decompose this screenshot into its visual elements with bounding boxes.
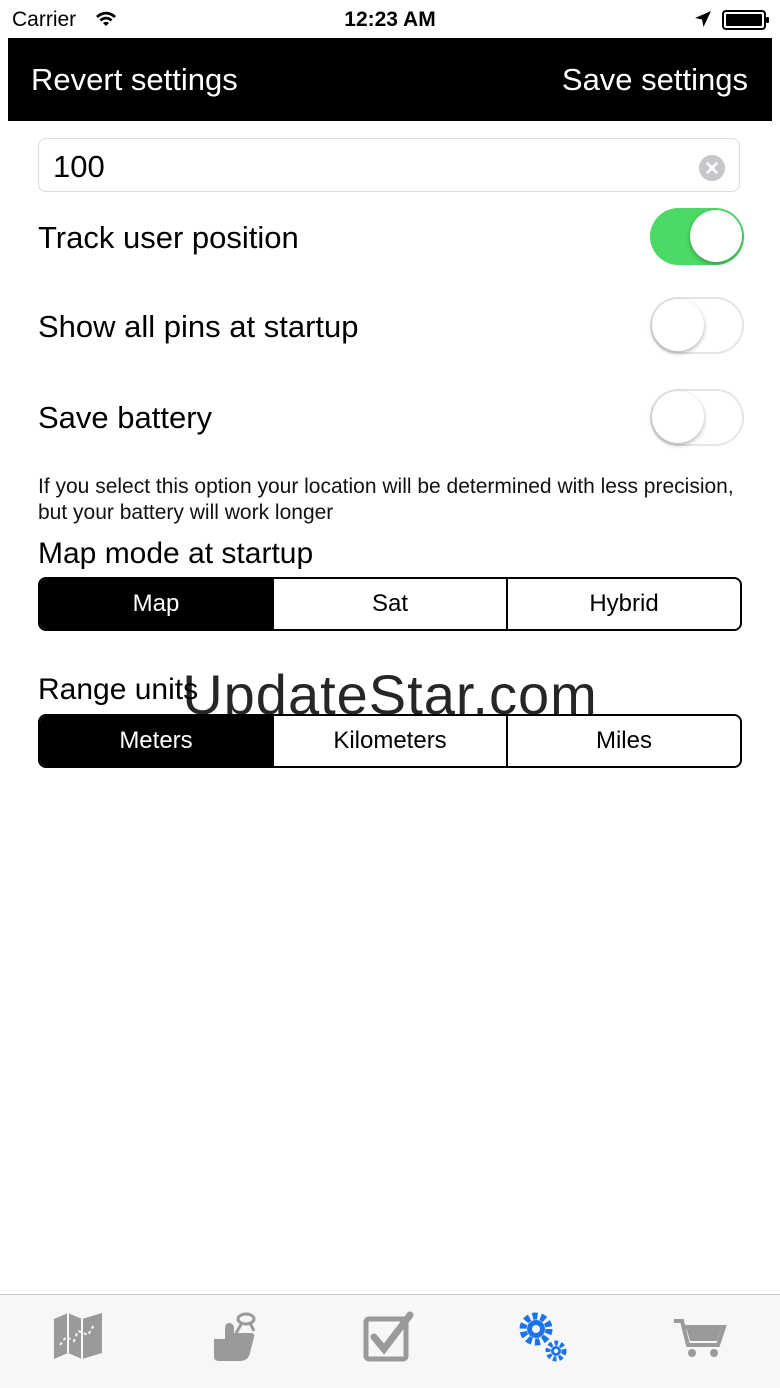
segment-miles[interactable]: Miles xyxy=(506,716,740,766)
status-time: 12:23 AM xyxy=(344,8,436,31)
toggle-knob xyxy=(652,391,704,443)
segment-map[interactable]: Map xyxy=(40,579,272,629)
range-input-value: 100 xyxy=(53,149,105,184)
save-battery-label: Save battery xyxy=(38,400,213,435)
toggle-knob xyxy=(652,299,704,351)
checkbox-icon[interactable] xyxy=(358,1307,418,1365)
segment-hybrid[interactable]: Hybrid xyxy=(506,579,740,629)
revert-settings-button[interactable]: Revert settings xyxy=(31,62,238,98)
range-units-segmented-control: Meters Kilometers Miles xyxy=(38,714,742,768)
track-user-position-label: Track user position xyxy=(38,220,299,255)
cart-icon[interactable] xyxy=(670,1307,730,1365)
location-arrow-icon xyxy=(695,11,711,27)
segment-kilometers[interactable]: Kilometers xyxy=(272,716,506,766)
clear-text-icon[interactable] xyxy=(699,155,725,181)
map-mode-segmented-control: Map Sat Hybrid xyxy=(38,577,742,631)
segment-meters[interactable]: Meters xyxy=(40,716,272,766)
nav-bar: Revert settings Save settings xyxy=(8,38,772,121)
track-user-position-toggle[interactable] xyxy=(650,208,744,265)
toggle-knob xyxy=(690,210,742,262)
save-battery-hint: If you select this option your location … xyxy=(38,475,734,524)
range-units-title: Range units xyxy=(38,673,199,706)
show-all-pins-label: Show all pins at startup xyxy=(38,309,359,344)
save-settings-button[interactable]: Save settings xyxy=(562,62,748,98)
map-icon[interactable] xyxy=(48,1307,108,1365)
map-mode-title: Map mode at startup xyxy=(38,537,314,570)
battery-icon xyxy=(722,10,769,30)
tab-bar xyxy=(0,1294,780,1388)
reminder-finger-icon[interactable] xyxy=(204,1307,264,1365)
segment-sat[interactable]: Sat xyxy=(272,579,506,629)
show-all-pins-toggle[interactable] xyxy=(650,297,744,354)
range-input[interactable]: 100 xyxy=(38,138,740,192)
gears-icon[interactable] xyxy=(512,1307,572,1365)
save-battery-toggle[interactable] xyxy=(650,389,744,446)
status-bar: Carrier 12:23 AM xyxy=(0,0,780,38)
